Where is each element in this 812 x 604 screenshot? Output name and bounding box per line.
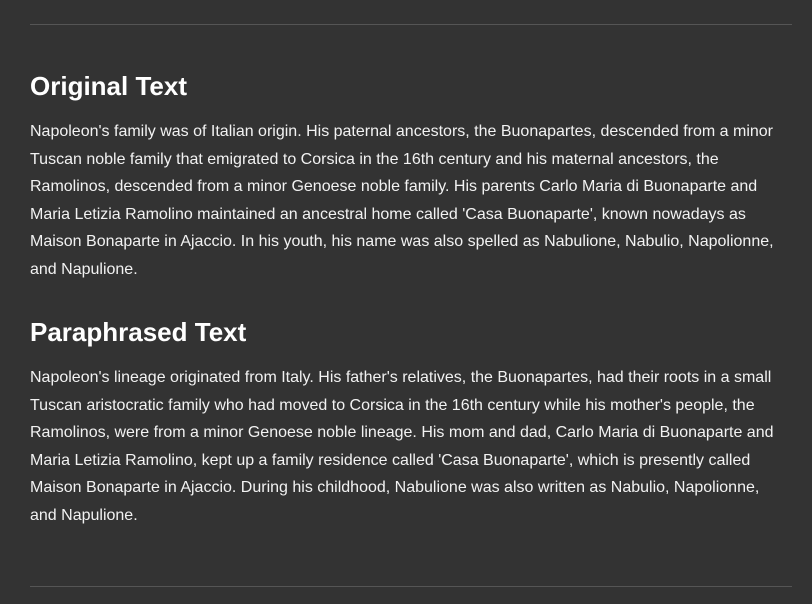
- paraphrased-text-body: Napoleon's lineage originated from Italy…: [30, 369, 774, 524]
- top-divider: [30, 24, 792, 25]
- original-text-body: Napoleon's family was of Italian origin.…: [30, 123, 774, 278]
- paraphrased-text-heading: Paraphrased Text: [30, 317, 247, 347]
- bottom-divider: [30, 586, 792, 587]
- original-text-section: Original Text Napoleon's family was of I…: [30, 70, 790, 283]
- original-text-heading: Original Text: [30, 71, 187, 101]
- page: Original Text Napoleon's family was of I…: [0, 0, 812, 604]
- paraphrased-text-section: Paraphrased Text Napoleon's lineage orig…: [30, 316, 790, 529]
